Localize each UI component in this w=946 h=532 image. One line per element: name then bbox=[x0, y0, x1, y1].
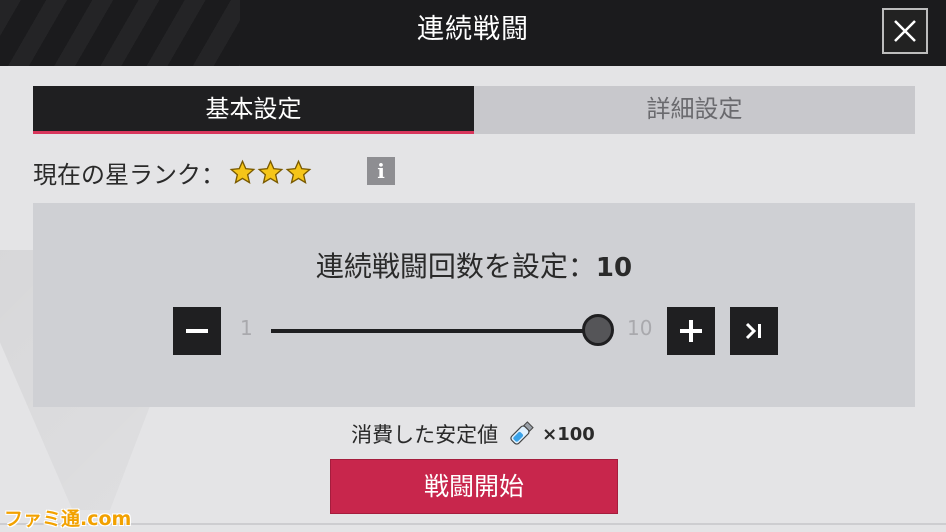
slider-thumb[interactable] bbox=[582, 314, 614, 346]
star-icon bbox=[229, 159, 256, 184]
tab-bar: 基本設定 詳細設定 bbox=[33, 86, 915, 134]
battle-count-value: 10 bbox=[595, 253, 633, 283]
tab-detailed-settings[interactable]: 詳細設定 bbox=[474, 86, 915, 134]
slider-track[interactable] bbox=[271, 329, 597, 333]
skip-to-end-icon bbox=[745, 322, 761, 340]
bottom-divider bbox=[0, 523, 946, 525]
title-bar: 連続戦闘 bbox=[0, 0, 946, 66]
tab-basic-settings[interactable]: 基本設定 bbox=[33, 86, 474, 134]
close-icon bbox=[894, 20, 916, 42]
start-battle-button[interactable]: 戦闘開始 bbox=[330, 459, 618, 514]
info-icon[interactable]: i bbox=[367, 157, 395, 185]
minus-icon bbox=[186, 329, 208, 333]
cost-amount: ×100 bbox=[542, 423, 595, 445]
increase-button[interactable] bbox=[667, 307, 715, 355]
slider-max-label: 10 bbox=[627, 316, 653, 340]
close-button[interactable] bbox=[882, 8, 928, 54]
stabilizer-vial-icon bbox=[510, 421, 534, 445]
battle-count-row: 連続戦闘回数を設定：10 bbox=[33, 245, 915, 285]
battle-count-panel: 連続戦闘回数を設定：10 1 10 bbox=[33, 203, 915, 407]
star-rank-row: 現在の星ランク： bbox=[33, 152, 313, 192]
plus-icon bbox=[680, 320, 702, 342]
dialog-title: 連続戦闘 bbox=[417, 14, 529, 45]
decrease-button[interactable] bbox=[173, 307, 221, 355]
cost-row: 消費した安定値 ×100 bbox=[0, 418, 946, 450]
star-icon bbox=[285, 159, 312, 184]
star-rank-label: 現在の星ランク： bbox=[33, 160, 225, 189]
star-rating bbox=[229, 159, 313, 186]
battle-count-label: 連続戦闘回数を設定： bbox=[315, 250, 596, 283]
slider-min-label: 1 bbox=[240, 316, 253, 340]
cost-label: 消費した安定値 bbox=[351, 423, 499, 447]
star-icon bbox=[257, 159, 284, 184]
watermark-logo: ファミ通.com bbox=[4, 508, 132, 530]
max-button[interactable] bbox=[730, 307, 778, 355]
